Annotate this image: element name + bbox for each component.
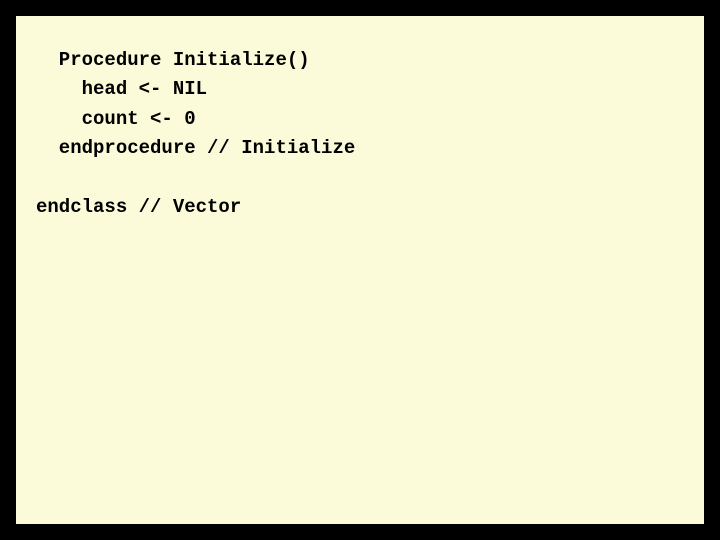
code-line-2: head <- NIL bbox=[36, 78, 207, 100]
code-line-6: endclass // Vector bbox=[36, 196, 241, 218]
code-line-4: endprocedure // Initialize bbox=[36, 137, 355, 159]
code-line-1: Procedure Initialize() bbox=[36, 49, 310, 71]
pseudocode-block: Procedure Initialize() head <- NIL count… bbox=[36, 46, 704, 223]
code-line-3: count <- 0 bbox=[36, 108, 196, 130]
slide-panel: Procedure Initialize() head <- NIL count… bbox=[14, 14, 706, 526]
